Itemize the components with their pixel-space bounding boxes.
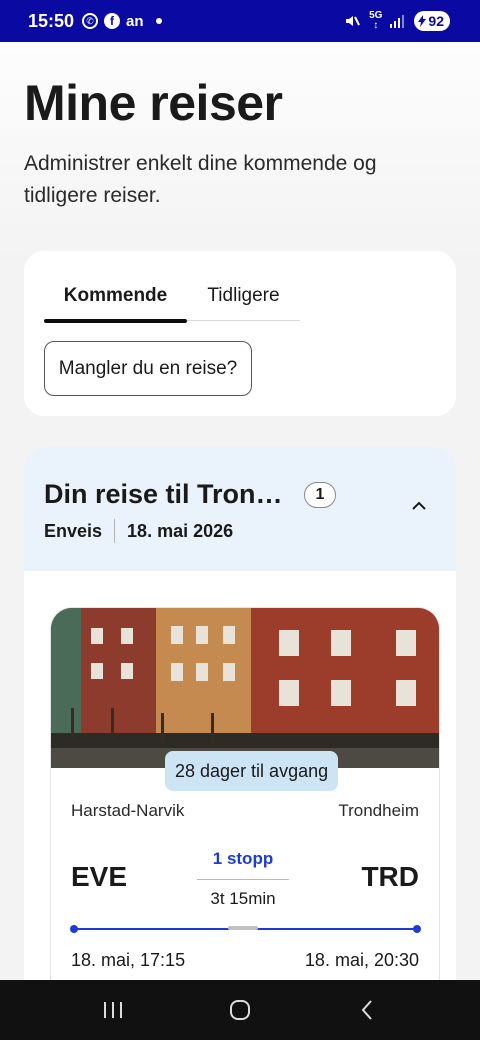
status-left: 15:50 ✆ f an [28, 11, 162, 32]
destination-city: Trondheim [338, 801, 419, 820]
signal-icon [390, 14, 406, 28]
whatsapp-icon: ✆ [82, 13, 99, 29]
battery-level: 92 [428, 13, 444, 29]
tabs-card: Kommende Tidligere Mangler du en reise? [24, 251, 456, 416]
tab-tidligere[interactable]: Tidligere [187, 281, 300, 321]
status-right: 5G ↕ 92 [343, 11, 450, 31]
chevron-up-icon[interactable] [408, 495, 430, 517]
trip-type: Enveis [44, 520, 103, 541]
origin-city: Harstad-Narvik [71, 801, 185, 820]
meta-divider [114, 519, 116, 543]
trip-title: Din reise til Trondheim [44, 479, 294, 509]
status-bar: 15:50 ✆ f an 5G ↕ 92 [0, 0, 480, 42]
trip-card[interactable]: Din reise til Trondheim 1 Enveis 18. mai… [24, 447, 456, 1007]
tabs: Kommende Tidligere [44, 281, 300, 323]
trip-count-badge: 1 [304, 482, 336, 508]
countdown-badge: 28 dager til avgang [165, 751, 339, 791]
tab-kommende[interactable]: Kommende [44, 281, 187, 323]
navigation-bar [0, 980, 480, 1040]
trip-duration: 3t 15min [210, 889, 276, 908]
page-title: Mine reiser [24, 75, 283, 131]
route-end-dot [413, 925, 421, 933]
arrival-time: 18. mai, 20:30 [304, 950, 419, 970]
facebook-icon: f [104, 13, 121, 29]
home-icon[interactable] [220, 990, 260, 1030]
route-start-dot [70, 925, 78, 933]
destination-code: TRD [361, 861, 419, 892]
departure-time: 18. mai, 17:15 [71, 950, 186, 970]
missing-trip-button[interactable]: Mangler du en reise? [44, 341, 252, 396]
trip-date: 18. mai 2026 [127, 520, 234, 541]
back-icon[interactable] [347, 990, 387, 1030]
trip-details[interactable]: 28 dager til avgang Harstad-Narvik Trond… [50, 607, 440, 1007]
trip-meta: Enveis 18. mai 2026 [44, 519, 233, 543]
trip-header[interactable]: Din reise til Trondheim 1 Enveis 18. mai… [24, 447, 456, 571]
page-subtitle: Administrer enkelt dine kommende og tidl… [24, 152, 377, 207]
stops-link[interactable]: 1 stopp [197, 849, 289, 869]
5g-icon: 5G ↕ [369, 10, 383, 31]
mute-icon [343, 12, 361, 30]
destination-image [51, 608, 439, 768]
scroll-handle [228, 926, 258, 930]
recent-apps-icon[interactable] [93, 990, 133, 1030]
battery-icon: 92 [414, 11, 450, 31]
stops-divider [197, 879, 289, 880]
notification-dot-icon [155, 18, 162, 24]
origin-code: EVE [71, 861, 128, 892]
status-time: 15:50 [28, 10, 75, 31]
status-carrier: an [126, 12, 144, 30]
